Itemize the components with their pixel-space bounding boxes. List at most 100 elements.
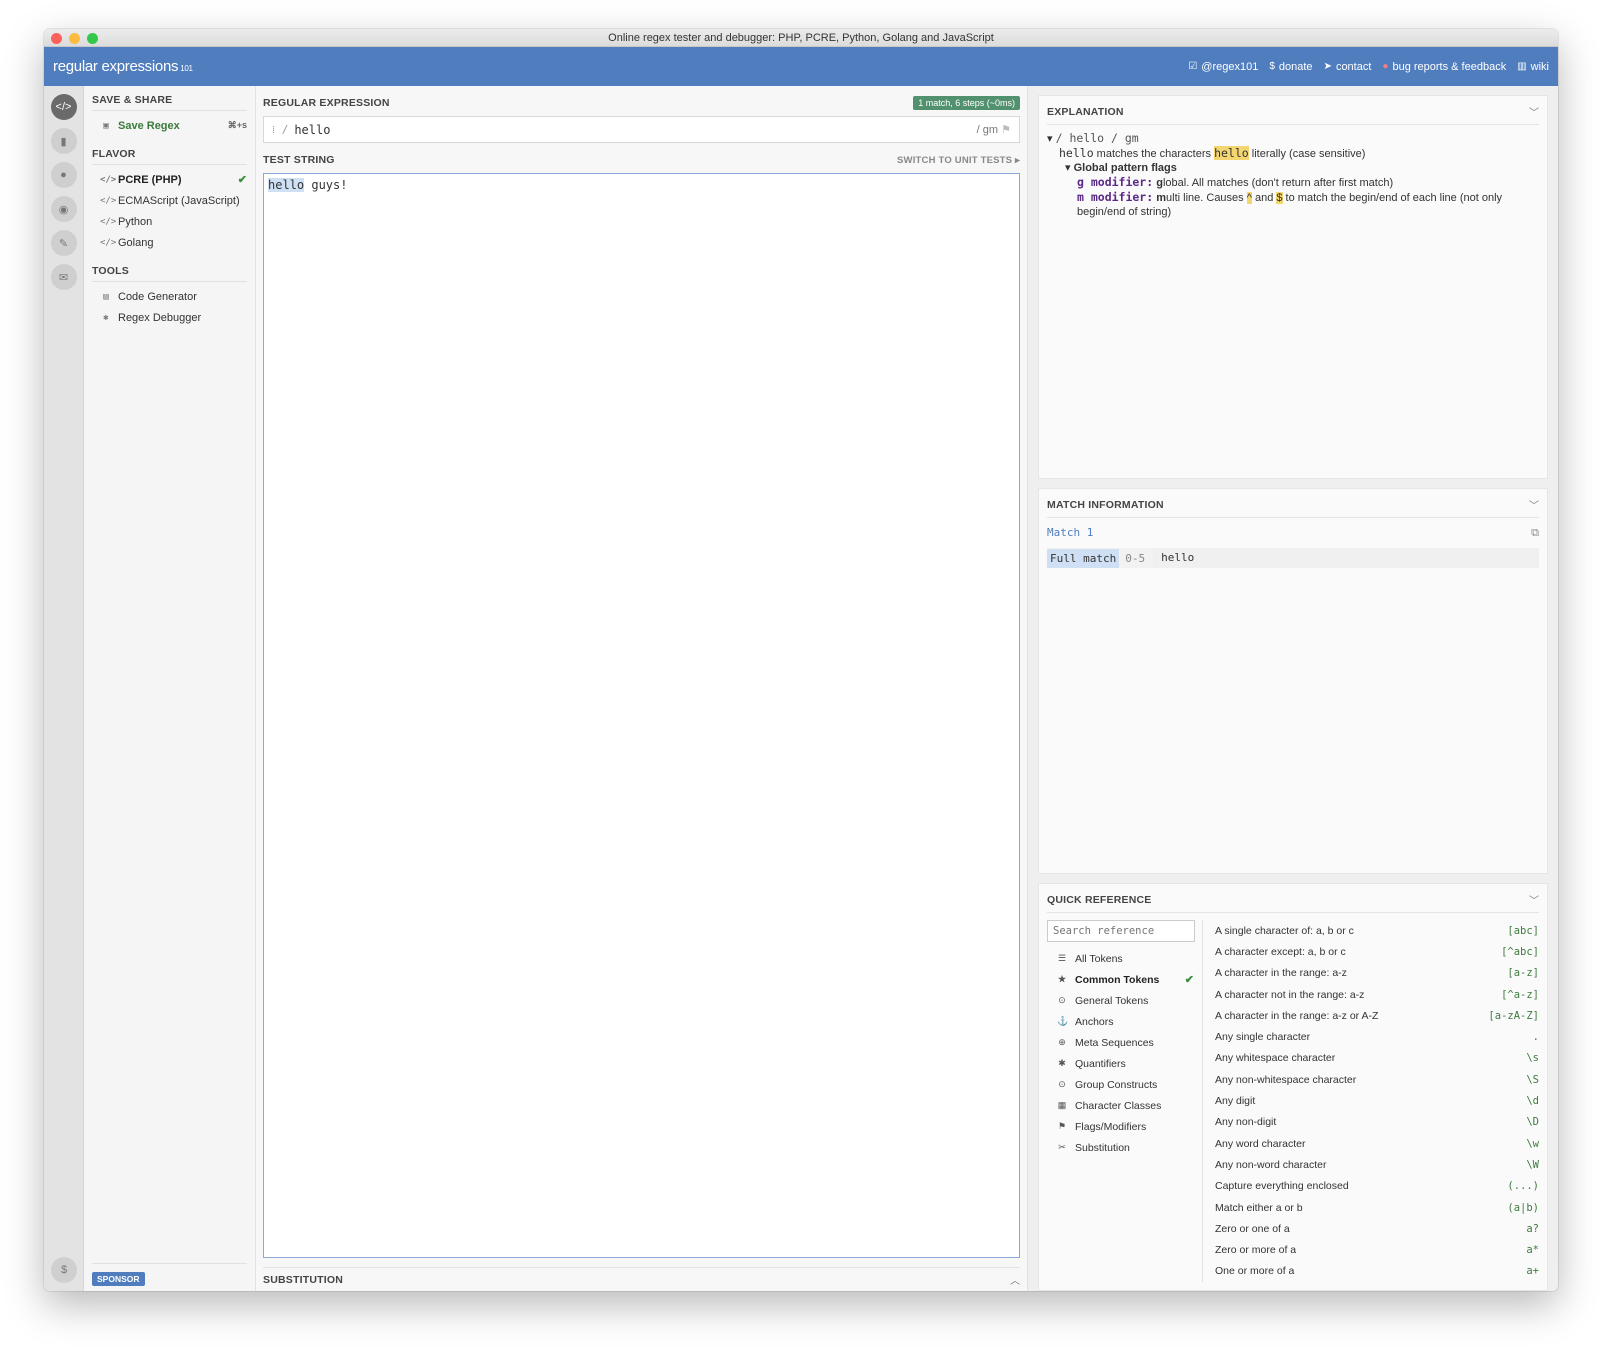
switch-unit-tests-button[interactable]: SWITCH TO UNIT TESTS ▸ — [897, 155, 1020, 166]
share-icon[interactable]: ⧉ — [1531, 526, 1539, 540]
code-icon[interactable]: </> — [50, 94, 77, 120]
globe-icon: ⊕ — [1058, 1037, 1066, 1047]
reference-row[interactable]: Any word character \w — [1215, 1133, 1539, 1154]
token-desc: Any whitespace character — [1215, 1052, 1336, 1065]
library-icon[interactable]: ▮ — [50, 128, 77, 154]
regex-flags[interactable]: / gm ⚑ — [977, 123, 1011, 136]
search-reference-input[interactable] — [1047, 920, 1195, 942]
chat-icon[interactable]: ✉ — [50, 264, 77, 290]
triangle-icon[interactable]: ▾ — [1047, 133, 1053, 145]
save-regex-button[interactable]: ▣ Save Regex ⌘+s — [92, 115, 247, 136]
code-icon: </> — [100, 237, 117, 248]
match-status-badge: 1 match, 6 steps (~0ms) — [913, 96, 1020, 110]
reference-row[interactable]: A single character of: a, b or c [abc] — [1215, 920, 1539, 941]
reference-row[interactable]: Any non-whitespace character \S — [1215, 1069, 1539, 1090]
token-code: \D — [1526, 1116, 1539, 1129]
chevron-down-icon[interactable]: ﹀ — [1529, 104, 1539, 119]
category-quantifiers[interactable]: ✱ Quantifiers — [1047, 1053, 1202, 1074]
reference-row[interactable]: A character not in the range: a-z [^a-z] — [1215, 984, 1539, 1005]
link-bug-reports[interactable]: ● bug reports & feedback — [1382, 61, 1506, 73]
flavor-label: Python — [118, 215, 153, 228]
reference-row[interactable]: Any non-digit \D — [1215, 1112, 1539, 1133]
token-desc: Any digit — [1215, 1095, 1256, 1108]
link-donate[interactable]: $ donate — [1269, 61, 1312, 73]
flavor-label: PCRE (PHP) — [118, 173, 182, 186]
link-contact[interactable]: ➤ contact — [1324, 61, 1372, 73]
dollar-icon[interactable]: $ — [51, 1257, 77, 1283]
reference-row[interactable]: Any digit \d — [1215, 1090, 1539, 1111]
chevron-down-icon[interactable]: ﹀ — [1529, 892, 1539, 907]
category-character-classes[interactable]: ▦ Character Classes — [1047, 1095, 1202, 1116]
reference-row[interactable]: Match either a or b (a|b) — [1215, 1197, 1539, 1218]
reference-row[interactable]: Any single character. — [1215, 1026, 1539, 1047]
flavor-golang[interactable]: </> Golang — [92, 232, 247, 253]
token-desc: Any word character — [1215, 1137, 1306, 1150]
link-wiki[interactable]: ▥ wiki — [1517, 61, 1549, 73]
test-string-input[interactable]: hello guys! — [263, 173, 1020, 1258]
document-icon: ▤ — [103, 291, 109, 302]
g-bold: g — [1156, 177, 1163, 189]
category-all-tokens[interactable]: ☰ All Tokens — [1047, 948, 1202, 969]
match-highlight: hello — [268, 178, 305, 192]
match-information-panel: MATCH INFORMATION ﹀ Match 1 ⧉ Full match… — [1038, 488, 1548, 874]
reference-row[interactable]: A character except: a, b or c [^abc] — [1215, 941, 1539, 962]
save-shortcut: ⌘+s — [227, 120, 247, 130]
minimize-window-button[interactable] — [69, 33, 80, 44]
category-group-constructs[interactable]: ⊙ Group Constructs — [1047, 1074, 1202, 1095]
category-substitution[interactable]: ✂ Substitution — [1047, 1137, 1202, 1158]
category-flags-modifiers[interactable]: ⚑ Flags/Modifiers — [1047, 1116, 1202, 1137]
reference-row[interactable]: Zero or one of a a? — [1215, 1218, 1539, 1239]
tool-code-generator[interactable]: ▤ Code Generator — [92, 286, 247, 307]
substitution-bar[interactable]: SUBSTITUTION ︿ — [263, 1267, 1020, 1291]
save-share-title: SAVE & SHARE — [92, 94, 247, 111]
g-mod-label: g modifier: — [1077, 175, 1154, 189]
gamepad-icon[interactable]: ◉ — [50, 196, 77, 222]
flag-icon: ⚑ — [1001, 124, 1011, 136]
reference-row[interactable]: Zero or more of a a* — [1215, 1239, 1539, 1260]
window-controls — [51, 33, 98, 44]
full-match-label: Full match — [1047, 548, 1120, 568]
delimiter-text: / — [281, 123, 289, 136]
category-label: Group Constructs — [1075, 1078, 1158, 1091]
link-label: wiki — [1530, 60, 1549, 73]
triangle-icon[interactable]: ▾ — [1065, 162, 1071, 174]
regex-input[interactable]: ⁞ / hello / gm ⚑ — [263, 116, 1020, 143]
m-mod-label: m modifier: — [1077, 190, 1154, 204]
reference-row[interactable]: A character in the range: a-z [a-z] — [1215, 963, 1539, 984]
chevron-down-icon[interactable]: ﹀ — [1529, 497, 1539, 512]
reference-row[interactable]: Any non-word character \W — [1215, 1154, 1539, 1175]
token-desc: A single character of: a, b or c — [1215, 924, 1354, 937]
category-common-tokens[interactable]: ★ Common Tokens ✔ — [1047, 969, 1202, 990]
match-information-title: MATCH INFORMATION — [1047, 498, 1164, 511]
reference-row[interactable]: Capture everything enclosed (...) — [1215, 1176, 1539, 1197]
test-text: guys! — [304, 178, 348, 192]
token-desc: Any non-digit — [1215, 1116, 1277, 1129]
flavor-pcre[interactable]: </> PCRE (PHP) ✔ — [92, 169, 247, 190]
reference-row[interactable]: One or more of a a+ — [1215, 1261, 1539, 1282]
flavor-python[interactable]: </> Python — [92, 211, 247, 232]
category-anchors[interactable]: ⚓ Anchors — [1047, 1011, 1202, 1032]
user-icon[interactable]: ● — [50, 162, 77, 188]
close-window-button[interactable] — [51, 33, 62, 44]
app-header: regular expressions 101 ☑ @regex101 $ donat… — [44, 47, 1558, 86]
token-desc: Match either a or b — [1215, 1201, 1303, 1214]
link-twitter[interactable]: ☑ @regex101 — [1188, 61, 1258, 73]
token-code: \W — [1526, 1158, 1539, 1171]
wrench-icon[interactable]: ✎ — [50, 230, 77, 256]
token-code: a? — [1526, 1222, 1539, 1235]
tool-regex-debugger[interactable]: ✱ Regex Debugger — [92, 307, 247, 328]
reference-row[interactable]: A character in the range: a-z or A-Z [a-z… — [1215, 1005, 1539, 1026]
maximize-window-button[interactable] — [87, 33, 98, 44]
reference-row[interactable]: Any whitespace character \s — [1215, 1048, 1539, 1069]
logo[interactable]: regular expressions 101 — [53, 58, 193, 75]
sponsor-badge[interactable]: SPONSOR — [92, 1272, 145, 1286]
chevron-up-icon[interactable]: ︿ — [1010, 1272, 1020, 1287]
and-text: and — [1251, 192, 1277, 204]
flavor-ecmascript[interactable]: </> ECMAScript (JavaScript) — [92, 190, 247, 211]
token-desc: A character in the range: a-z — [1215, 967, 1347, 980]
category-meta-sequences[interactable]: ⊕ Meta Sequences — [1047, 1032, 1202, 1053]
save-regex-label: Save Regex — [118, 119, 180, 132]
test-string-title: TEST STRING — [263, 154, 335, 166]
category-general-tokens[interactable]: ⊙ General Tokens — [1047, 990, 1202, 1011]
explanation-root: ▾ / hello / gm — [1047, 131, 1539, 146]
